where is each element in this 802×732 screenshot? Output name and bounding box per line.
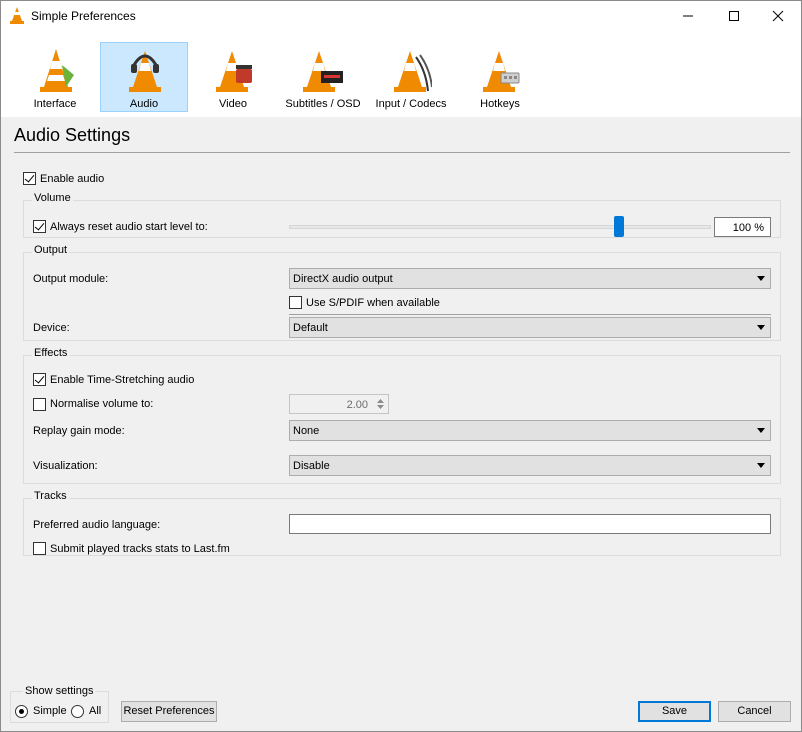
tab-audio-label: Audio <box>129 98 159 110</box>
output-module-label: Output module: <box>33 273 109 285</box>
device-value: Default <box>293 322 328 334</box>
visualization-select[interactable]: Disable <box>289 455 771 476</box>
volume-slider-thumb[interactable] <box>614 216 625 237</box>
chevron-down-icon <box>757 325 765 330</box>
minimize-icon <box>683 15 693 17</box>
effects-group-title: Effects <box>32 347 70 359</box>
category-toolbar: Interface Audio Video Subtitles / OSD In… <box>1 31 801 117</box>
time-stretch-checkbox[interactable] <box>33 373 46 386</box>
replay-gain-value: None <box>293 425 320 437</box>
tab-interface-label: Interface <box>33 98 77 110</box>
device-select[interactable]: Default <box>289 317 771 338</box>
subtitles-cone-icon <box>303 51 343 92</box>
chevron-down-icon <box>757 463 765 468</box>
lastfm-checkbox[interactable] <box>33 542 46 555</box>
visualization-label: Visualization: <box>33 460 98 472</box>
tab-audio[interactable]: Audio <box>100 42 188 112</box>
show-simple-label: Simple <box>33 705 67 717</box>
show-simple-radio[interactable] <box>15 705 28 718</box>
normalise-value: 2.00 <box>346 399 368 411</box>
tab-video[interactable]: Video <box>189 42 277 112</box>
volume-level-value: 100 % <box>732 222 764 234</box>
enable-audio-checkbox[interactable] <box>23 172 36 185</box>
device-label: Device: <box>33 322 70 334</box>
title-bar: Simple Preferences <box>1 1 801 31</box>
hotkeys-cone-icon <box>483 51 520 92</box>
visualization-value: Disable <box>293 460 330 472</box>
output-module-value: DirectX audio output <box>293 273 393 285</box>
output-divider <box>289 314 771 315</box>
lastfm-label: Submit played tracks stats to Last.fm <box>50 543 230 555</box>
minimize-button[interactable] <box>665 1 711 31</box>
enable-audio-label: Enable audio <box>40 173 105 185</box>
reset-preferences-button[interactable]: Reset Preferences <box>121 701 217 722</box>
volume-group-title: Volume <box>32 192 73 204</box>
audio-headphones-cone-icon <box>129 51 161 92</box>
interface-cone-icon <box>40 49 74 92</box>
preferred-language-input[interactable] <box>289 514 771 534</box>
normalise-label: Normalise volume to: <box>50 398 154 410</box>
video-cone-icon <box>216 51 252 92</box>
volume-slider-track[interactable] <box>289 225 711 229</box>
close-icon <box>772 10 784 22</box>
tracks-group-title: Tracks <box>32 490 69 502</box>
replay-gain-select[interactable]: None <box>289 420 771 441</box>
tab-interface[interactable]: Interface <box>11 42 99 112</box>
tab-input-codecs-label: Input / Codecs <box>375 98 447 110</box>
preferred-language-label: Preferred audio language: <box>33 519 161 531</box>
maximize-button[interactable] <box>711 1 757 31</box>
maximize-icon <box>729 11 739 21</box>
tab-hotkeys-label: Hotkeys <box>480 98 520 110</box>
output-group-title: Output <box>32 244 70 256</box>
page-title: Audio Settings <box>14 125 131 145</box>
chevron-down-icon <box>757 276 765 281</box>
spdif-checkbox[interactable] <box>289 296 302 309</box>
preferences-window: Simple Preferences Interface Audio Video… <box>0 0 802 732</box>
output-module-select[interactable]: DirectX audio output <box>289 268 771 289</box>
vlc-cone-icon <box>10 7 24 24</box>
tab-subtitles-osd[interactable]: Subtitles / OSD <box>278 42 368 112</box>
normalise-checkbox[interactable] <box>33 398 46 411</box>
volume-level-field[interactable]: 100 % <box>714 217 771 237</box>
close-button[interactable] <box>755 1 801 31</box>
show-all-radio[interactable] <box>71 705 84 718</box>
time-stretch-label: Enable Time-Stretching audio <box>50 374 195 386</box>
reset-volume-checkbox[interactable] <box>33 220 46 233</box>
window-title: Simple Preferences <box>31 9 136 23</box>
cancel-button[interactable]: Cancel <box>718 701 791 722</box>
show-all-label: All <box>89 705 102 717</box>
tab-hotkeys[interactable]: Hotkeys <box>456 42 544 112</box>
replay-gain-label: Replay gain mode: <box>33 425 125 437</box>
reset-volume-label: Always reset audio start level to: <box>50 221 208 233</box>
spin-arrows-icon[interactable] <box>376 397 385 411</box>
save-button[interactable]: Save <box>638 701 711 722</box>
chevron-down-icon <box>757 428 765 433</box>
tab-video-label: Video <box>219 98 247 110</box>
tab-subtitles-osd-label: Subtitles / OSD <box>285 98 361 110</box>
normalise-spinbox[interactable]: 2.00 <box>289 394 389 414</box>
tab-input-codecs[interactable]: Input / Codecs <box>367 42 455 112</box>
input-codecs-cone-icon <box>394 51 432 92</box>
heading-divider <box>14 152 790 153</box>
show-settings-title: Show settings <box>23 685 96 697</box>
spdif-label: Use S/PDIF when available <box>306 297 440 309</box>
